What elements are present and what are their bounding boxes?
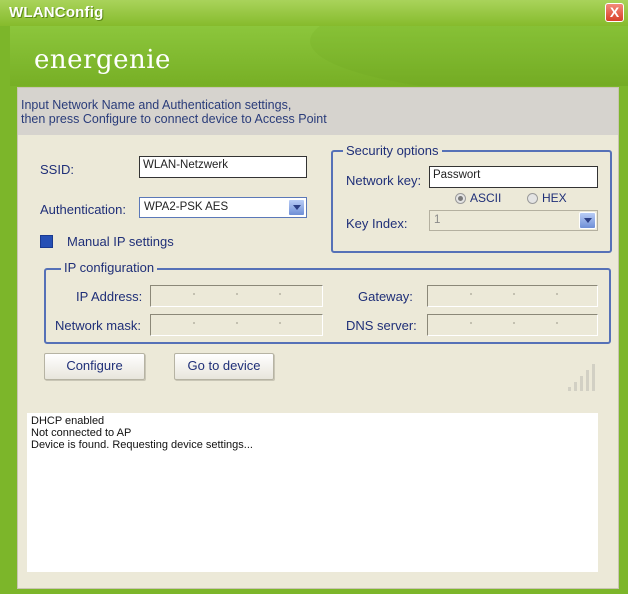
network-key-label: Network key: <box>346 173 422 188</box>
energenie-logo: energenie <box>34 45 171 75</box>
ascii-label: ASCII <box>470 191 502 205</box>
authentication-select[interactable]: WPA2-PSK AES <box>139 197 307 218</box>
network-mask-label: Network mask: <box>55 318 141 333</box>
chevron-down-icon[interactable] <box>288 199 305 216</box>
network-key-input[interactable]: Passwort <box>429 166 598 188</box>
ascii-radio[interactable] <box>455 193 466 204</box>
log-line: DHCP enabled <box>31 415 105 427</box>
window-title: WLANConfig <box>9 4 104 21</box>
key-index-value: 1 <box>434 214 441 226</box>
chevron-down-icon[interactable] <box>579 212 596 229</box>
manual-ip-checkbox[interactable] <box>40 235 53 248</box>
ip-separator <box>279 322 281 324</box>
ip-separator <box>193 293 195 295</box>
hex-radio[interactable] <box>527 193 538 204</box>
log-line: Not connected to AP <box>31 427 132 439</box>
authentication-value: WPA2-PSK AES <box>144 201 229 213</box>
ip-separator <box>470 322 472 324</box>
wlanconfig-window: WLANConfig X energenie Input Network Nam… <box>0 0 628 594</box>
key-index-label: Key Index: <box>346 216 408 231</box>
security-options-title: Security options <box>343 143 442 158</box>
title-bar: WLANConfig X <box>0 0 628 26</box>
log-line: Device is found. Requesting device setti… <box>31 439 253 451</box>
hex-label: HEX <box>542 191 567 205</box>
ip-separator <box>236 293 238 295</box>
signal-strength-icon <box>568 364 595 391</box>
go-to-device-button[interactable]: Go to device <box>174 353 274 380</box>
gateway-input[interactable] <box>427 285 598 307</box>
status-log: DHCP enabled Not connected to AP Device … <box>27 413 598 572</box>
ip-separator <box>513 293 515 295</box>
ip-separator <box>556 293 558 295</box>
gateway-label: Gateway: <box>358 289 413 304</box>
ip-address-input[interactable] <box>150 285 323 307</box>
ssid-input[interactable]: WLAN-Netzwerk <box>139 156 307 178</box>
ip-separator <box>513 322 515 324</box>
close-icon[interactable]: X <box>605 3 624 22</box>
ssid-label: SSID: <box>40 162 74 177</box>
instructions-text: Input Network Name and Authentication se… <box>21 98 327 126</box>
manual-ip-label: Manual IP settings <box>67 234 174 249</box>
ip-address-label: IP Address: <box>76 289 143 304</box>
brand-banner: energenie <box>10 26 628 86</box>
network-mask-input[interactable] <box>150 314 323 336</box>
configure-button[interactable]: Configure <box>44 353 145 380</box>
ip-configuration-title: IP configuration <box>61 260 158 275</box>
ip-separator <box>470 293 472 295</box>
ip-separator <box>556 322 558 324</box>
dns-server-input[interactable] <box>427 314 598 336</box>
key-index-select[interactable]: 1 <box>429 210 598 231</box>
ip-separator <box>236 322 238 324</box>
authentication-label: Authentication: <box>40 202 127 217</box>
ip-separator <box>193 322 195 324</box>
banner-swoosh <box>310 26 628 86</box>
ip-separator <box>279 293 281 295</box>
dns-server-label: DNS server: <box>346 318 417 333</box>
